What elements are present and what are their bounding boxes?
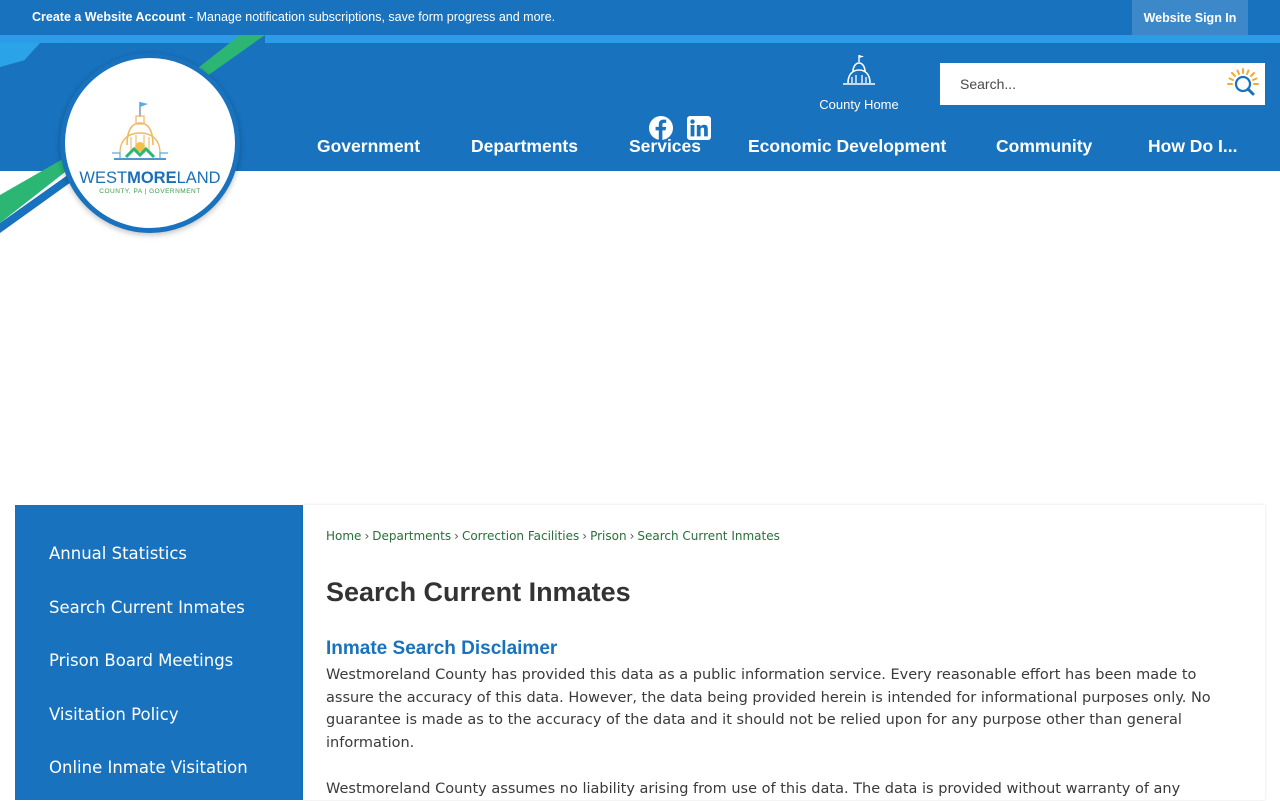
breadcrumb-separator: ›	[582, 529, 588, 543]
nav-services[interactable]: Services	[629, 136, 701, 157]
main-navigation: Government Departments Services Economic…	[0, 124, 1280, 170]
secondary-navigation: Annual Statistics Search Current Inmates…	[15, 505, 303, 800]
create-account-link[interactable]: Create a Website Account	[32, 10, 186, 24]
breadcrumb-prison[interactable]: Prison	[590, 529, 627, 543]
liability-paragraph: Westmoreland County assumes no liability…	[326, 781, 1181, 797]
nav-economic-development[interactable]: Economic Development	[748, 136, 946, 157]
logo-word-more: MORE	[127, 169, 177, 187]
search-input[interactable]	[940, 63, 1220, 105]
sidebar-item-annual-statistics[interactable]: Annual Statistics	[49, 544, 187, 563]
nav-government[interactable]: Government	[317, 136, 420, 157]
sidebar-item-search-current-inmates[interactable]: Search Current Inmates	[49, 598, 245, 617]
disclaimer-paragraph: Westmoreland County has provided this da…	[326, 667, 1211, 751]
breadcrumb-separator: ›	[454, 529, 459, 543]
website-sign-in-button[interactable]: Website Sign In	[1132, 0, 1248, 35]
breadcrumb-departments[interactable]: Departments	[372, 529, 451, 543]
header-stripe	[0, 35, 1280, 43]
account-bar: Create a Website Account - Manage notifi…	[0, 0, 1280, 35]
logo-word-west: WEST	[79, 169, 128, 187]
nav-departments[interactable]: Departments	[471, 136, 578, 157]
breadcrumb-home[interactable]: Home	[326, 529, 361, 543]
breadcrumb-correction-facilities[interactable]: Correction Facilities	[462, 529, 579, 543]
county-home-label: County Home	[819, 97, 899, 112]
capitol-dome-icon	[843, 55, 875, 85]
logo-word-land: LAND	[176, 169, 221, 187]
search-icon	[1227, 68, 1259, 96]
sidebar-item-prison-board-meetings[interactable]: Prison Board Meetings	[49, 651, 233, 670]
account-banner[interactable]: Create a Website Account - Manage notifi…	[32, 10, 555, 24]
nav-how-do-i[interactable]: How Do I...	[1148, 136, 1237, 157]
sidebar-item-visitation-policy[interactable]: Visitation Policy	[49, 705, 179, 724]
nav-community[interactable]: Community	[996, 136, 1092, 157]
breadcrumb-separator: ›	[364, 529, 370, 543]
main-content: Home › Departments › Correction Facilities › P…	[303, 505, 1265, 800]
account-banner-text: - Manage notification subscriptions, sav…	[185, 10, 556, 24]
search-box	[940, 63, 1265, 105]
breadcrumb-current-page[interactable]: Search Current Inmates	[637, 529, 779, 543]
county-home-link[interactable]: County Home	[812, 53, 906, 112]
logo-wordmark: WESTMORELAND	[79, 169, 220, 187]
breadcrumb: Home › Departments › Correction Facilities › P…	[326, 529, 780, 543]
disclaimer-heading: Inmate Search Disclaimer	[326, 638, 558, 659]
logo-subtitle: COUNTY, PA | GOVERNMENT	[99, 188, 201, 195]
breadcrumb-separator: ›	[629, 529, 635, 543]
page-title: Search Current Inmates	[326, 577, 631, 607]
sidebar-item-online-inmate-visitation[interactable]: Online Inmate Visitation	[49, 758, 248, 777]
search-button[interactable]	[1227, 68, 1259, 100]
